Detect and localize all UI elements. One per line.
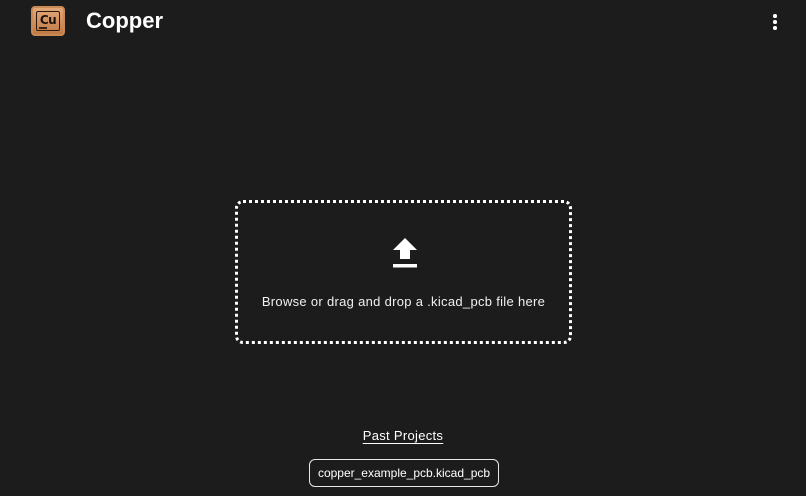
app-title: Copper — [86, 8, 163, 33]
past-project-button[interactable]: copper_example_pcb.kicad_pcb — [309, 459, 499, 487]
drop-zone-prompt: Browse or drag and drop a .kicad_pcb fil… — [261, 294, 546, 309]
app-bar: Cu Copper — [0, 0, 806, 44]
past-projects-link[interactable]: Past Projects — [363, 428, 443, 443]
logo-text: Cu — [39, 13, 57, 27]
more-vert-icon — [773, 14, 777, 18]
past-projects-heading: Past Projects — [0, 428, 806, 443]
copper-logo-icon: Cu — [31, 6, 65, 36]
file-drop-zone[interactable]: Browse or drag and drop a .kicad_pcb fil… — [235, 200, 572, 344]
upload-icon — [393, 238, 417, 268]
more-options-button[interactable] — [764, 10, 786, 34]
